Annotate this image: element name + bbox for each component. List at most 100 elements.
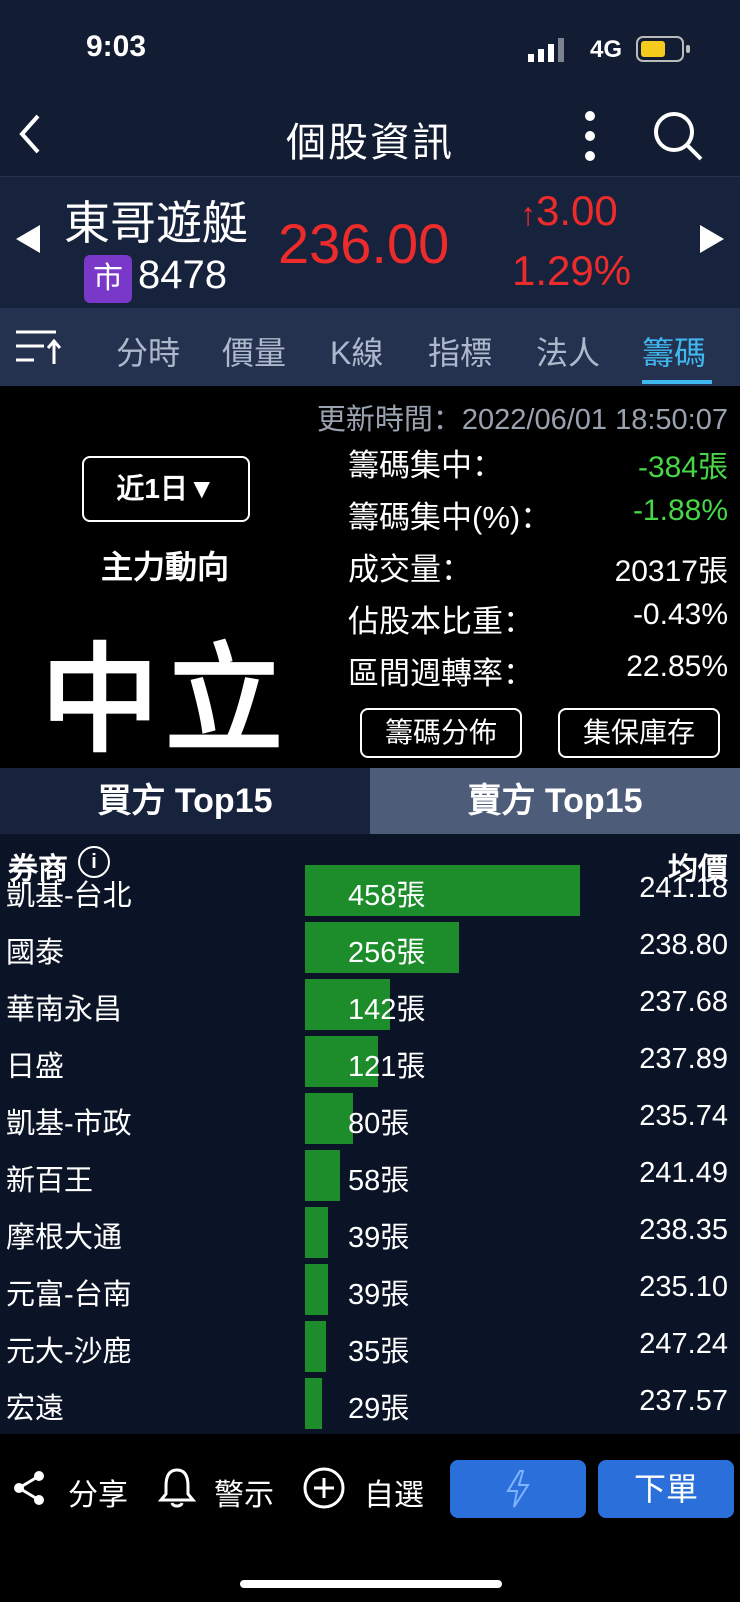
main-force-label: 主力動向	[100, 549, 229, 585]
volume-bar	[305, 1264, 328, 1315]
table-row[interactable]: 凱基-市政 80張 235.74	[0, 1090, 740, 1147]
volume-bar	[305, 1093, 353, 1144]
volume-label: 35張	[348, 1336, 410, 1368]
stock-name: 東哥遊艇	[64, 197, 248, 249]
prev-stock-icon[interactable]	[16, 225, 40, 253]
stat-label-volume: 成交量：	[348, 552, 472, 587]
table-row[interactable]: 元富-台南 39張 235.10	[0, 1261, 740, 1318]
volume-label: 256張	[348, 937, 426, 969]
stock-price: 236.00	[278, 212, 450, 275]
table-row[interactable]: 新百王 58張 241.49	[0, 1147, 740, 1204]
avg-price: 238.35	[639, 1214, 728, 1246]
order-button[interactable]: 下單	[598, 1460, 734, 1518]
volume-label: 39張	[348, 1222, 410, 1254]
volume-bar	[305, 1207, 328, 1258]
add-circle-icon[interactable]	[302, 1466, 346, 1510]
broker-name: 新百王	[6, 1165, 94, 1197]
tab-buyer-top15[interactable]: 買方 Top15	[0, 768, 370, 834]
broker-name: 華南永昌	[6, 994, 123, 1026]
volume-label: 58張	[348, 1165, 410, 1197]
broker-name: 宏遠	[6, 1393, 65, 1425]
stat-label-concentration-pct: 籌碼集中(%)：	[348, 500, 552, 535]
market-badge: 市	[84, 255, 132, 303]
price-change: ↑3.00	[520, 187, 618, 235]
tab-kline[interactable]: K線	[330, 328, 383, 374]
table-row[interactable]: 凱基-台北 458張 241.18	[0, 862, 740, 919]
price-change-pct: 1.29%	[512, 247, 632, 294]
watchlist-button[interactable]: 自選	[364, 1470, 424, 1514]
stock-header: 東哥遊艇 市 8478 236.00 ↑3.00 1.29%	[0, 176, 740, 309]
table-row[interactable]: 國泰 256張 238.80	[0, 919, 740, 976]
next-stock-icon[interactable]	[700, 225, 724, 253]
tab-time-sharing[interactable]: 分時	[116, 328, 180, 374]
stat-value-concentration-pct: -1.88%	[632, 494, 728, 527]
price-change-value: 3.00	[536, 187, 618, 234]
more-icon[interactable]	[582, 108, 598, 164]
avg-price: 237.68	[639, 986, 728, 1018]
broker-name: 凱基-台北	[6, 880, 132, 912]
lightning-icon	[506, 1470, 530, 1508]
volume-label: 29張	[348, 1393, 410, 1425]
chip-summary-panel: 更新時間：2022/06/01 18:50:07 近1日▼ 主力動向 中立 籌碼…	[0, 386, 740, 768]
nav-bar: 個股資訊	[0, 96, 740, 176]
tab-institutional[interactable]: 法人	[536, 328, 600, 374]
status-bar: 9:03 4G	[0, 0, 740, 96]
volume-label: 458張	[348, 880, 426, 912]
tab-seller-top15[interactable]: 賣方 Top15	[370, 768, 740, 834]
search-icon[interactable]	[652, 110, 704, 162]
tab-chips[interactable]: 籌碼	[642, 328, 706, 374]
volume-label: 80張	[348, 1108, 410, 1140]
tab-price-volume[interactable]: 價量	[222, 328, 286, 374]
main-force-value: 中立	[40, 635, 289, 767]
table-row[interactable]: 元大-沙鹿 35張 247.24	[0, 1318, 740, 1375]
stat-value-capital-ratio: -0.43%	[632, 598, 728, 631]
tab-bar: 分時 價量 K線 指標 法人 籌碼	[0, 308, 740, 386]
stat-value-concentration: -384張	[637, 451, 728, 484]
avg-price: 241.18	[639, 872, 728, 904]
share-button[interactable]: 分享	[68, 1470, 128, 1514]
alert-button[interactable]: 警示	[214, 1470, 274, 1514]
avg-price: 237.89	[639, 1043, 728, 1075]
table-row[interactable]: 日盛 121張 237.89	[0, 1033, 740, 1090]
stat-label-capital-ratio: 佔股本比重：	[348, 604, 534, 639]
side-tabs: 買方 Top15 賣方 Top15	[0, 768, 740, 834]
broker-name: 元大-沙鹿	[6, 1336, 132, 1368]
avg-price: 241.49	[639, 1157, 728, 1189]
bell-icon[interactable]	[158, 1466, 196, 1508]
table-row[interactable]: 宏遠 29張 237.57	[0, 1375, 740, 1432]
stock-code: 8478	[138, 253, 227, 297]
volume-bar	[305, 1150, 340, 1201]
chip-distribution-button[interactable]: 籌碼分佈	[360, 708, 522, 758]
tab-indicators[interactable]: 指標	[428, 328, 492, 374]
stat-value-turnover: 22.85%	[626, 650, 728, 683]
table-row[interactable]: 華南永昌 142張 237.68	[0, 976, 740, 1033]
custody-inventory-button[interactable]: 集保庫存	[558, 708, 720, 758]
stat-label-turnover: 區間週轉率：	[348, 656, 534, 691]
share-icon[interactable]	[12, 1470, 46, 1506]
avg-price: 247.24	[639, 1328, 728, 1360]
broker-name: 凱基-市政	[6, 1108, 132, 1140]
broker-name: 國泰	[6, 937, 65, 969]
broker-name: 日盛	[6, 1051, 65, 1083]
avg-price: 237.57	[639, 1385, 728, 1417]
volume-bar	[305, 865, 580, 916]
avg-price: 238.80	[639, 929, 728, 961]
bottom-toolbar: 分享 警示 自選 下單	[0, 1434, 740, 1602]
volume-label: 121張	[348, 1051, 426, 1083]
sort-icon[interactable]	[16, 328, 62, 366]
broker-name: 元富-台南	[6, 1279, 132, 1311]
period-dropdown[interactable]: 近1日▼	[82, 456, 250, 522]
quick-order-button[interactable]	[450, 1460, 586, 1518]
home-indicator	[240, 1580, 502, 1588]
avg-price: 235.74	[639, 1100, 728, 1132]
status-time: 9:03	[86, 30, 147, 63]
volume-bar	[305, 1321, 326, 1372]
volume-label: 142張	[348, 994, 426, 1026]
network-label: 4G	[590, 36, 623, 63]
broker-table: 券商 i 均價 凱基-台北 458張 241.18 國泰 256張 238.80 華南永昌 1…	[0, 834, 740, 1434]
signal-icon	[528, 38, 564, 62]
page-title: 個股資訊	[286, 121, 454, 165]
table-row[interactable]: 摩根大通 39張 238.35	[0, 1204, 740, 1261]
active-tab-indicator	[642, 380, 712, 384]
volume-label: 39張	[348, 1279, 410, 1311]
